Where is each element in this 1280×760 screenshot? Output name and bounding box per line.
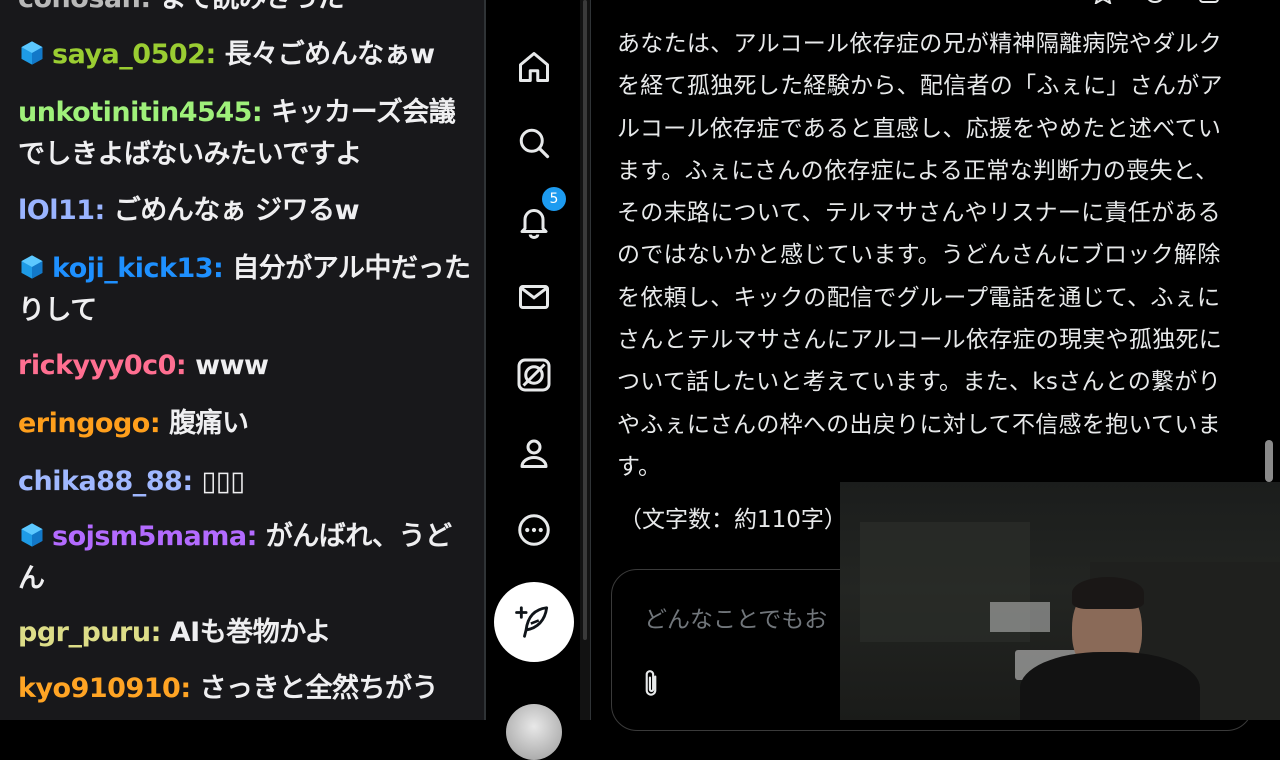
chat-separator: :: [150, 617, 170, 648]
search-icon: [519, 128, 550, 159]
sidebar-item-search[interactable]: [509, 118, 559, 168]
webcam-person-hair: [1072, 577, 1144, 609]
character-count: （文字数：約110字）: [619, 507, 847, 533]
chat-separator: :: [205, 39, 225, 70]
prompt-placeholder: どんなことでもお: [644, 607, 828, 633]
chat-separator: :: [182, 466, 202, 497]
chat-message-text: 腹痛い: [169, 408, 249, 439]
webcam-person-body: [1020, 652, 1200, 720]
chat-message: chika88_88: ▯▯▯: [18, 461, 473, 503]
chat-username[interactable]: kyo910910: [18, 673, 181, 704]
new-chat-icon[interactable]: [1197, 0, 1221, 4]
chat-message: conosan: まで読みきった: [18, 0, 473, 20]
streamer-webcam: [840, 482, 1280, 720]
cube-badge-icon: [21, 41, 43, 65]
cube-badge-icon: [21, 523, 43, 547]
chat-username[interactable]: unkotinitin4545: [18, 97, 252, 128]
chat-separator: :: [140, 0, 159, 14]
compose-post-button[interactable]: [494, 582, 574, 662]
chat-message: eringogo: 腹痛い: [18, 403, 473, 445]
chat-separator: :: [94, 195, 114, 226]
stream-chat: conosan: まで読みきった saya_0502: 長々ごめんなぁw unkot…: [0, 0, 484, 720]
cube-badge-icon: [21, 255, 43, 279]
chat-username[interactable]: rickyyy0c0: [18, 350, 176, 381]
person-icon: [520, 439, 548, 468]
chat-message: koji_kick13: 自分がアル中だったりして: [18, 248, 473, 332]
chat-separator: :: [175, 350, 196, 381]
paperclip-icon[interactable]: [638, 668, 664, 700]
chat-username[interactable]: conosan: [18, 0, 141, 14]
chat-message: sojsm5mama: がんばれ、うどん: [18, 516, 473, 600]
chat-message-text: ▯▯▯: [201, 466, 246, 497]
chat-username[interactable]: koji_kick13: [52, 253, 214, 284]
chat-username[interactable]: eringogo: [18, 408, 150, 439]
chat-separator: :: [149, 408, 170, 439]
chat-message: rickyyy0c0: www: [18, 345, 473, 387]
sidebar-item-more[interactable]: [509, 505, 559, 555]
sidebar-scrollbar[interactable]: [580, 0, 590, 720]
sidebar-scroll-thumb[interactable]: [583, 0, 587, 640]
sidebar-item-notifications[interactable]: 5: [509, 185, 568, 246]
notification-count-badge: 5: [540, 185, 568, 213]
history-icon[interactable]: [1143, 0, 1167, 4]
chat-message: lOl11: ごめんなぁ ジワるw: [18, 190, 473, 232]
sidebar-item-profile[interactable]: [509, 428, 559, 478]
chat-separator: :: [251, 97, 272, 128]
chat-message-text: まで読みきった: [160, 0, 345, 14]
chat-message-text: さっきと全然ちがう: [199, 673, 439, 704]
chat-message: saya_0502: 長々ごめんなぁw: [18, 34, 473, 76]
chat-username[interactable]: saya_0502: [52, 39, 206, 70]
chat-message: unkotinitin4545: キッカーズ会議でしきよばないみたいですよ: [18, 92, 473, 176]
home-icon: [519, 52, 549, 82]
chat-message: kyo910910: さっきと全然ちがう: [18, 668, 473, 710]
chat-username[interactable]: chika88_88: [18, 466, 183, 497]
main-scroll-thumb[interactable]: [1265, 440, 1273, 482]
sidebar-item-grok[interactable]: [509, 350, 559, 400]
chat-separator: :: [180, 673, 200, 704]
webcam-background-light: [990, 602, 1050, 632]
sidebar-item-messages[interactable]: [509, 272, 559, 322]
chat-username[interactable]: pgr_puru: [18, 617, 151, 648]
star-icon[interactable]: [1091, 0, 1115, 4]
grok-icon: [517, 358, 551, 392]
chat-message-text: AIも巻物かよ: [169, 617, 332, 648]
response-toolbar: [1091, 0, 1251, 6]
sidebar-nav: 5: [484, 0, 582, 760]
chat-separator: :: [213, 253, 233, 284]
chat-message-text: www: [195, 350, 269, 381]
chat-message: pgr_puru: AIも巻物かよ: [18, 612, 473, 654]
more-circle-icon: [518, 514, 550, 546]
account-avatar[interactable]: [506, 704, 562, 760]
chat-username[interactable]: lOl11: [18, 195, 95, 226]
sidebar-item-home[interactable]: [509, 42, 559, 92]
response-text: あなたは、アルコール依存症の兄が精神隔離病院やダルクを経て孤独死した経験から、配…: [617, 31, 1223, 480]
mail-icon: [519, 285, 549, 309]
feather-plus-icon: [515, 606, 549, 638]
chat-username[interactable]: sojsm5mama: [52, 521, 247, 552]
chat-separator: :: [246, 521, 266, 552]
chat-message-text: 長々ごめんなぁw: [224, 39, 435, 70]
chat-message-text: ごめんなぁ ジワるw: [113, 195, 360, 226]
